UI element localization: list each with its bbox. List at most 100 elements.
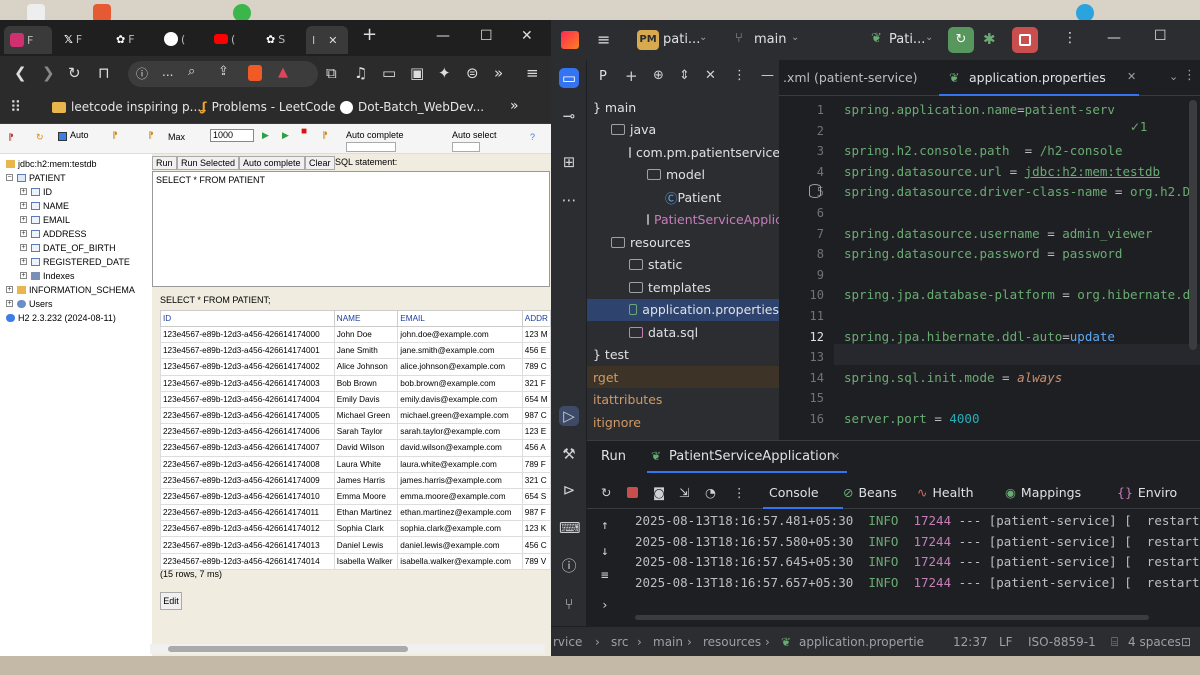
project-tree-item[interactable]: resources — [587, 231, 779, 253]
expand-icon[interactable]: + — [20, 272, 27, 279]
brave-rewards-icon[interactable]: ▲ — [278, 65, 288, 80]
table-cell[interactable]: Michael Green — [333, 406, 399, 425]
menu-icon[interactable]: ≡ — [526, 64, 539, 82]
rollback-icon[interactable]: ⁋ — [112, 130, 118, 141]
media-icon[interactable]: ♫ — [354, 64, 367, 82]
tab-youtube[interactable]: ( — [214, 28, 244, 50]
table-row[interactable]: 223e4567-e89b-12d3-a456-426614174007 Davi… — [160, 439, 551, 457]
edit-button[interactable]: Edit — [160, 592, 182, 610]
table-cell[interactable]: Ethan Martinez — [333, 504, 399, 522]
expand-icon[interactable]: + — [20, 244, 27, 251]
expand-icon[interactable]: + — [6, 300, 13, 307]
tree-column[interactable]: + ID — [20, 185, 52, 198]
expand-icon[interactable]: + — [20, 230, 27, 237]
table-cell[interactable]: 223e4567-e89b-12d3-a456-426614174012 — [160, 520, 335, 538]
table-cell[interactable]: 123 M — [521, 325, 551, 344]
disconnect-icon[interactable]: ⁋ — [8, 132, 14, 143]
table-cell[interactable]: isabella.walker@example.com — [397, 552, 523, 570]
table-cell[interactable]: 223e4567-e89b-12d3-a456-426614174006 — [160, 423, 335, 441]
table-cell[interactable]: emma.moore@example.com — [397, 487, 523, 506]
more-icon[interactable]: ⋮ — [1063, 30, 1077, 46]
column-header[interactable]: EMAIL — [397, 310, 523, 327]
run-configuration[interactable]: Pati... — [889, 32, 925, 47]
commit-icon[interactable]: ⊸ — [559, 106, 579, 126]
file-encoding[interactable]: ISO-8859-1 — [1028, 635, 1096, 649]
project-tree-item[interactable]: itignore — [587, 411, 779, 433]
horizontal-scrollbar[interactable] — [150, 644, 545, 654]
table-cell[interactable]: 223e4567-e89b-12d3-a456-426614174007 — [160, 439, 335, 457]
chevron-down-icon[interactable]: ⌄ — [925, 32, 933, 43]
stop-icon[interactable] — [627, 487, 638, 498]
minimize-button[interactable]: — — [436, 28, 450, 44]
project-name[interactable]: pati... — [663, 32, 700, 47]
table-row[interactable]: 223e4567-e89b-12d3-a456-426614174008 Laur… — [160, 455, 551, 473]
branch-name[interactable]: main — [754, 32, 786, 47]
collapse-icon[interactable]: − — [6, 174, 13, 181]
table-cell[interactable]: 223e4567-e89b-12d3-a456-426614174013 — [160, 536, 335, 554]
scroll-up-icon[interactable]: ↑ — [601, 517, 609, 532]
breadcrumb-item[interactable]: rvice — [553, 635, 582, 649]
back-icon[interactable]: ❮ — [14, 64, 27, 82]
performance-icon[interactable]: ◔ — [705, 485, 716, 500]
bookmarks-overflow-button[interactable]: » — [510, 98, 519, 114]
max-rows-select[interactable]: 1000 — [210, 129, 254, 142]
table-row[interactable]: 223e4567-e89b-12d3-a456-426614174009 Jame… — [160, 471, 551, 489]
vertical-scrollbar[interactable] — [1189, 100, 1197, 350]
rerun-icon[interactable]: ↻ — [948, 27, 974, 53]
extensions-icon[interactable]: ⧉ — [326, 64, 337, 82]
more-icon[interactable]: ⋮ — [733, 485, 746, 500]
zoom-icon[interactable]: ⌕ — [188, 64, 195, 79]
options-icon[interactable]: ⋮ — [733, 68, 746, 83]
table-cell[interactable]: 987 F — [521, 504, 551, 522]
table-cell[interactable]: David Wilson — [333, 439, 399, 457]
chevron-down-icon[interactable]: ⌄ — [699, 32, 707, 43]
maximize-button[interactable]: ☐ — [480, 28, 493, 44]
new-tab-button[interactable]: + — [362, 24, 377, 45]
inspection-widget[interactable]: ✓1 — [1127, 120, 1151, 134]
run-button[interactable]: Run — [152, 156, 177, 170]
table-row[interactable]: 123e4567-e89b-12d3-a456-426614174002 Alic… — [160, 358, 551, 376]
tab-h2[interactable]: F — [4, 26, 52, 54]
run-tab-patient-service[interactable]: ❦ PatientServiceApplication ✕ — [647, 441, 847, 473]
breadcrumb-item[interactable]: resources — [703, 635, 761, 649]
table-cell[interactable]: 789 V — [521, 552, 551, 570]
leo-ai-icon[interactable]: ✦ — [438, 64, 451, 82]
close-tab-icon[interactable]: ✕ — [831, 450, 840, 463]
table-cell[interactable]: 123e4567-e89b-12d3-a456-426614174004 — [160, 390, 335, 408]
more-tools-icon[interactable]: » — [494, 64, 503, 82]
table-cell[interactable]: 223e4567-e89b-12d3-a456-426614174011 — [160, 504, 335, 522]
table-cell[interactable]: jane.smith@example.com — [397, 342, 523, 360]
problems-icon[interactable]: ⓘ — [559, 556, 579, 576]
table-cell[interactable]: Alice Johnson — [333, 358, 399, 376]
commit-icon[interactable]: ⁋ — [148, 130, 154, 141]
tree-column[interactable]: + REGISTERED_DATE — [20, 255, 130, 268]
table-cell[interactable]: John Doe — [333, 325, 399, 344]
table-row[interactable]: 223e4567-e89b-12d3-a456-426614174010 Emma… — [160, 487, 551, 506]
structure-icon[interactable]: ⊞ — [559, 152, 579, 172]
table-cell[interactable]: Sarah Taylor — [333, 423, 399, 441]
rerun-icon[interactable]: ↻ — [601, 485, 611, 500]
address-bar[interactable]: ⓘ ... ⌕ ⇪ ▲ — [128, 61, 318, 87]
tab-chatgpt[interactable]: ✿ F — [116, 28, 146, 50]
tab-beans[interactable]: ⊘ Beans — [843, 485, 897, 500]
line-separator[interactable]: LF — [999, 635, 1013, 649]
tab-chatgpt-2[interactable]: ✿ S — [266, 28, 296, 50]
clear-button[interactable]: Clear — [305, 156, 335, 170]
scroll-down-icon[interactable]: ↓ — [601, 543, 609, 558]
services-icon[interactable]: ⊳ — [559, 480, 579, 500]
table-cell[interactable]: 789 F — [521, 455, 551, 473]
column-header[interactable]: ID — [160, 310, 335, 327]
tab-mappings[interactable]: ◉ Mappings — [1005, 485, 1081, 500]
table-cell[interactable]: Jane Smith — [333, 342, 399, 360]
apps-grid-icon[interactable]: ⠿ — [10, 98, 21, 116]
project-tree-item[interactable]: Ⓒ Patient — [587, 186, 779, 208]
table-row[interactable]: 123e4567-e89b-12d3-a456-426614174001 Jane… — [160, 342, 551, 360]
lock-icon[interactable]: ⊡ — [1181, 635, 1191, 649]
project-tree-item[interactable]: } test — [587, 344, 779, 366]
table-cell[interactable]: 456 C — [521, 536, 551, 554]
stop-icon[interactable]: ■ — [301, 126, 307, 137]
table-cell[interactable]: 123e4567-e89b-12d3-a456-426614174003 — [160, 374, 335, 392]
tree-users[interactable]: + Users — [6, 297, 53, 310]
tab-environment[interactable]: {} Enviro — [1117, 485, 1177, 500]
table-row[interactable]: 223e4567-e89b-12d3-a456-426614174005 Mich… — [160, 406, 551, 425]
